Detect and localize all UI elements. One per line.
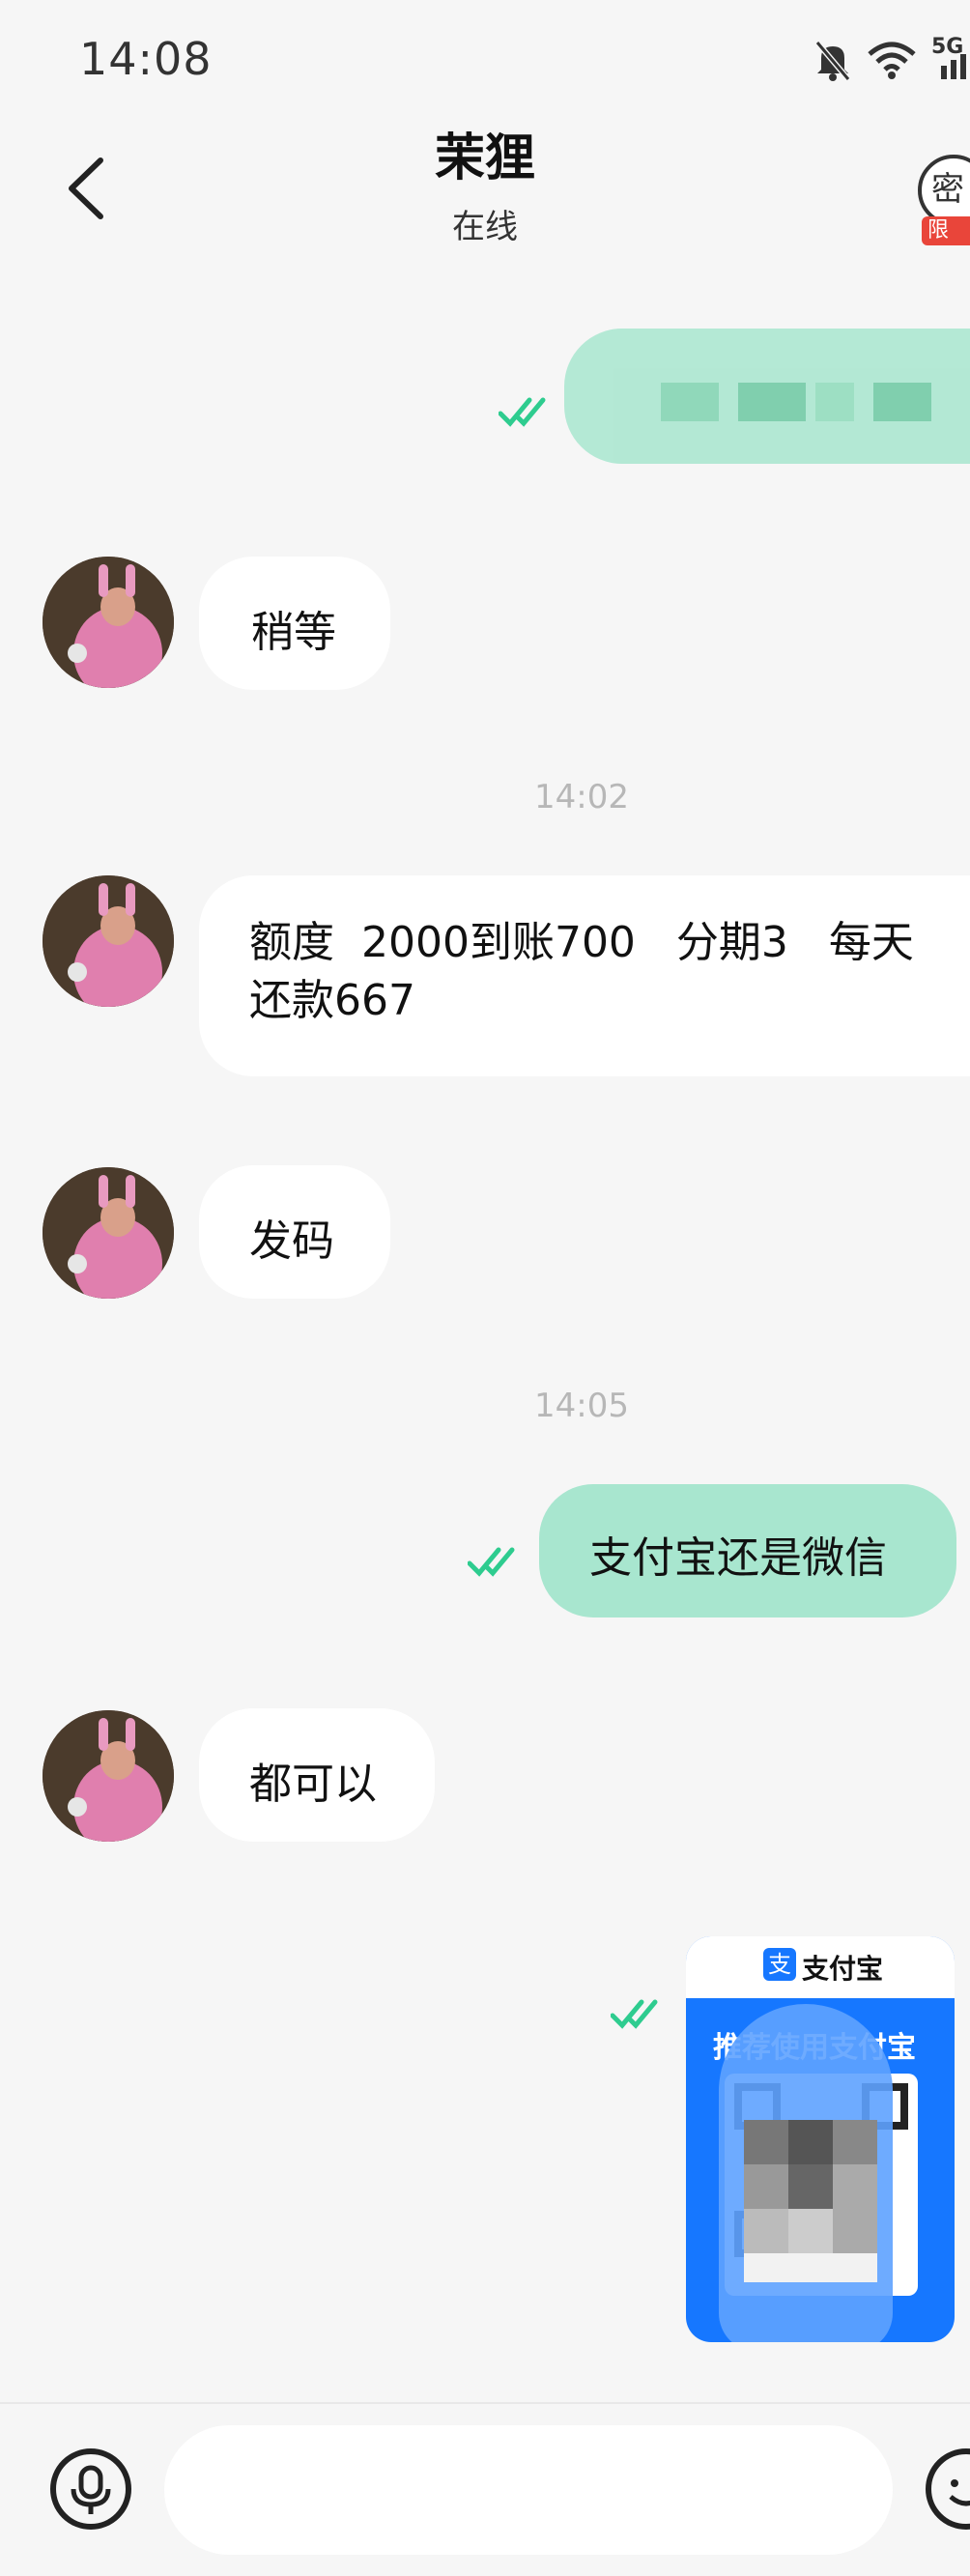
outgoing-message-redacted <box>564 329 970 464</box>
read-ticks-icon <box>468 1547 515 1577</box>
alipay-brand: 支付宝 <box>802 1953 884 1985</box>
mute-bell-icon <box>814 41 851 81</box>
read-ticks-icon <box>611 1999 658 2029</box>
contact-avatar[interactable] <box>43 1167 174 1299</box>
message-bubble[interactable]: 稍等 <box>199 557 390 690</box>
message-text: 都可以 <box>249 1760 377 1809</box>
message-text: 发码 <box>249 1216 334 1266</box>
online-status: 在线 <box>452 208 518 246</box>
message-text: 还款667 <box>249 976 415 1025</box>
message-input[interactable] <box>164 2425 893 2555</box>
timestamp: 14:05 <box>534 1387 629 1425</box>
microphone-icon[interactable] <box>50 2448 131 2530</box>
wifi-icon <box>868 42 916 79</box>
read-ticks-icon <box>499 397 546 427</box>
message-bubble[interactable]: 支付宝还是微信 <box>539 1484 956 1617</box>
contact-avatar[interactable] <box>43 557 174 688</box>
contact-avatar[interactable] <box>43 875 174 1007</box>
status-icons: 5G <box>813 35 970 81</box>
contact-avatar[interactable] <box>43 1710 174 1842</box>
qr-code-image-message[interactable]: 支 支付宝 推荐使用支付宝 <box>686 1936 955 2342</box>
alipay-logo-icon: 支 <box>763 1948 796 1981</box>
message-bubble[interactable]: 都可以 <box>199 1708 435 1842</box>
timestamp: 14:02 <box>534 778 629 816</box>
status-time: 14:08 <box>79 33 213 85</box>
message-text: 支付宝还是微信 <box>589 1533 887 1583</box>
message-text: 额度 2000到账700 分期3 每天 <box>249 918 914 967</box>
emoji-icon[interactable] <box>926 2448 970 2530</box>
message-text: 稍等 <box>251 608 336 657</box>
limited-badge: 限 <box>922 216 970 245</box>
message-bubble[interactable]: 额度 2000到账700 分期3 每天 还款667 <box>199 875 970 1076</box>
cellular-icon: 5G <box>931 35 970 81</box>
chat-title: 茉狸 <box>434 129 535 187</box>
message-bubble[interactable]: 发码 <box>199 1165 390 1299</box>
